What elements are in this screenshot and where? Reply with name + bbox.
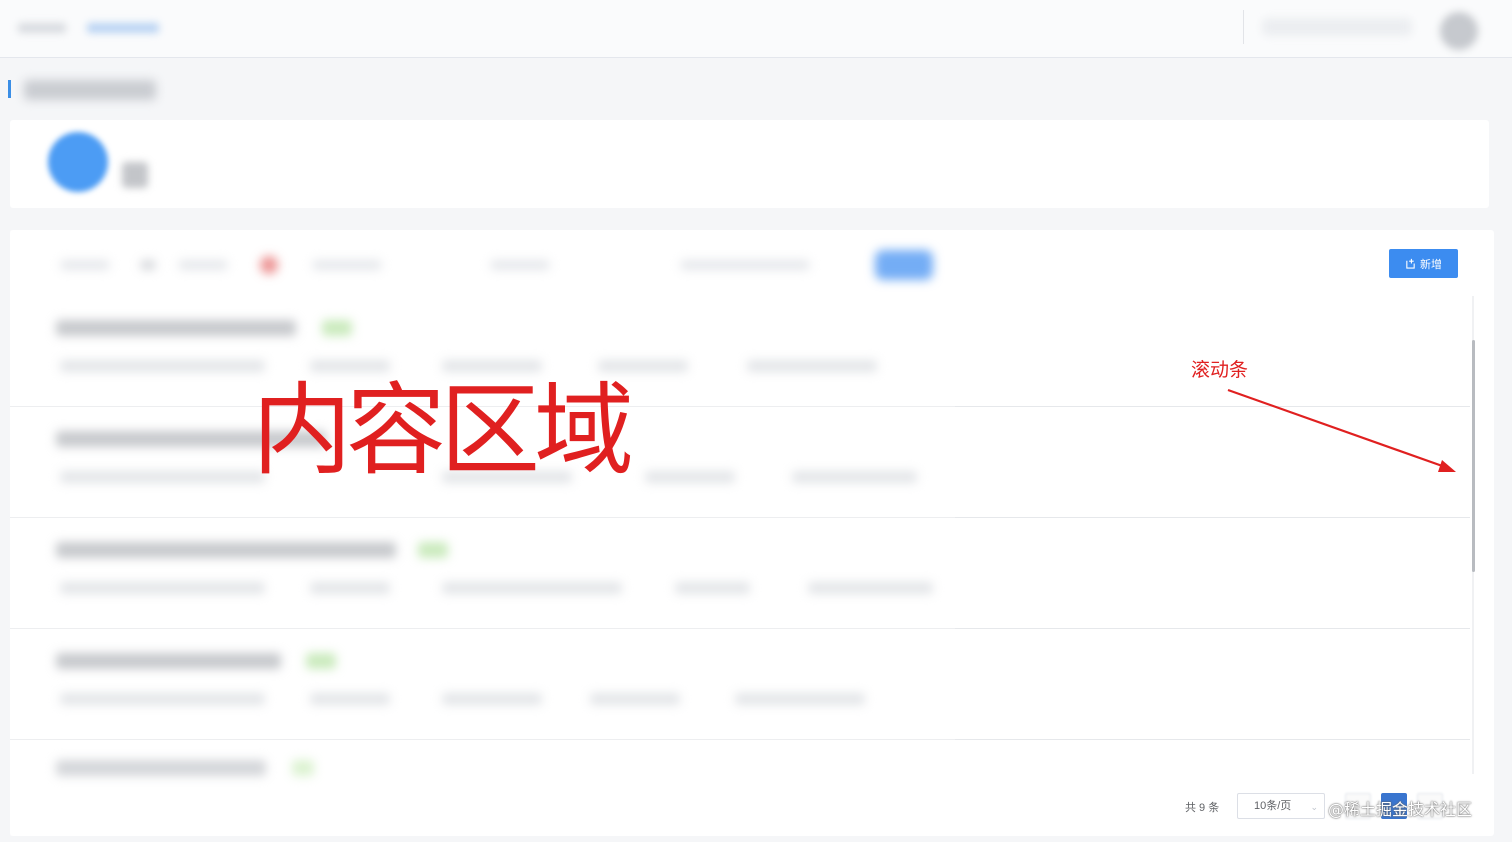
profile-name bbox=[122, 162, 148, 188]
scrollbar-annotation: 滚动条 bbox=[1191, 359, 1249, 381]
breadcrumb bbox=[18, 18, 168, 38]
add-button[interactable]: 新增 bbox=[1389, 249, 1458, 278]
user-avatar[interactable] bbox=[1440, 12, 1478, 50]
page-size-select[interactable]: 10条/页 ⌄ bbox=[1237, 793, 1325, 819]
add-document-icon bbox=[1406, 258, 1415, 269]
chevron-down-icon: ⌄ bbox=[1310, 802, 1318, 812]
watermark: @稀土掘金技术社区 bbox=[1328, 800, 1473, 819]
content-area-annotation: 内容区域 bbox=[252, 372, 634, 489]
annotation-arrow-icon bbox=[1227, 388, 1456, 472]
add-button-label: 新增 bbox=[1420, 258, 1442, 271]
content-card: 新增 共 9 条 10条/页 ⌄ bbox=[10, 230, 1494, 836]
page-size-value: 10条/页 bbox=[1254, 800, 1292, 812]
page-title bbox=[24, 80, 156, 100]
top-header bbox=[0, 0, 1512, 58]
profile-card bbox=[10, 120, 1489, 208]
pagination-total: 共 9 条 bbox=[1185, 802, 1220, 814]
blur-overlay bbox=[10, 230, 955, 836]
user-name[interactable] bbox=[1262, 18, 1412, 36]
pagination: 共 9 条 10条/页 ⌄ bbox=[10, 790, 1494, 830]
profile-avatar bbox=[48, 132, 108, 192]
title-accent-bar bbox=[8, 80, 11, 98]
breadcrumb-item[interactable] bbox=[18, 23, 66, 33]
breadcrumb-item-current[interactable] bbox=[87, 23, 160, 33]
scrollbar-thumb[interactable] bbox=[1472, 340, 1475, 572]
header-divider bbox=[1243, 10, 1244, 44]
